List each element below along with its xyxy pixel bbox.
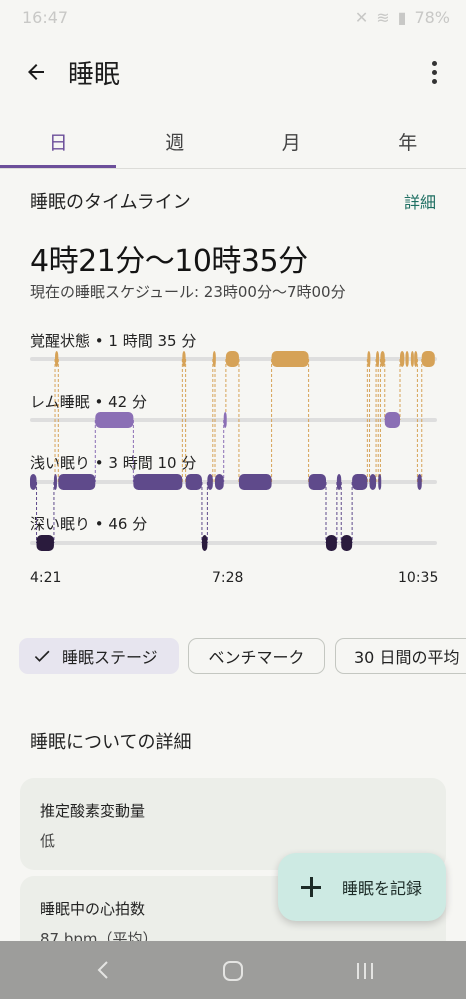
sleep-segment <box>207 474 213 490</box>
sleep-segment <box>421 351 435 367</box>
battery-percent: 78% <box>414 8 450 27</box>
record-sleep-label: 睡眠を記録 <box>342 879 423 898</box>
sleep-segment <box>212 351 216 367</box>
chip-label: 30 日間の平均 <box>354 648 460 667</box>
status-time: 16:47 <box>22 8 69 27</box>
detail-link[interactable]: 詳細 <box>404 189 436 213</box>
sleep-segment <box>95 412 134 428</box>
plus-icon <box>300 876 322 898</box>
chip-30-day-average[interactable]: 30 日間の平均 <box>335 638 466 674</box>
system-nav-bar <box>0 941 466 999</box>
more-options-button[interactable] <box>416 52 452 92</box>
sleep-segment <box>384 412 400 428</box>
tab-month[interactable]: 月 <box>233 118 350 168</box>
x-tick-start: 4:21 <box>30 570 62 586</box>
check-icon <box>34 650 50 662</box>
stage-track <box>30 541 437 545</box>
sleep-segment <box>367 351 371 367</box>
sleep-segment <box>55 351 59 367</box>
app-bar: 睡眠 <box>0 40 466 104</box>
back-button[interactable] <box>16 52 56 92</box>
nav-recents-icon[interactable] <box>354 960 376 982</box>
sleep-segment <box>215 474 224 490</box>
chip-sleep-stages[interactable]: 睡眠ステージ <box>19 638 179 674</box>
details-title: 睡眠についての詳細 <box>30 732 192 753</box>
period-tabs: 日 週 月 年 <box>0 118 466 168</box>
sleep-segment <box>326 535 337 551</box>
more-vert-icon <box>431 60 437 84</box>
tab-year[interactable]: 年 <box>350 118 466 168</box>
oxygen-label: 推定酸素変動量 <box>40 802 146 820</box>
sleep-segment <box>336 474 342 490</box>
sleep-segment <box>369 474 377 490</box>
chip-benchmark[interactable]: ベンチマーク <box>188 638 325 674</box>
mute-icon: ✕ <box>354 8 369 27</box>
wifi-icon: ≋ <box>376 8 390 27</box>
tab-day[interactable]: 日 <box>0 118 117 168</box>
tab-week[interactable]: 週 <box>117 118 234 168</box>
x-tick-mid: 7:28 <box>212 570 244 586</box>
sleep-segment <box>341 535 353 551</box>
sleep-segment <box>238 474 272 490</box>
sleep-segment <box>308 474 326 490</box>
tab-divider <box>0 168 466 169</box>
sleep-segment <box>410 351 414 367</box>
arrow-left-icon <box>28 64 44 80</box>
oxygen-value: 低 <box>40 832 56 850</box>
sleep-segment <box>405 351 409 367</box>
sleep-segment <box>182 351 186 367</box>
sleep-segment <box>378 474 382 490</box>
sleep-time-range: 4時21分〜10時35分 <box>30 244 308 279</box>
nav-back-icon[interactable] <box>94 960 114 980</box>
chip-label: ベンチマーク <box>208 648 305 667</box>
sleep-segment <box>53 474 57 490</box>
sleep-segment <box>380 351 385 367</box>
sleep-segment <box>36 535 54 551</box>
timeline-title: 睡眠のタイムライン <box>30 192 191 213</box>
sleep-segment <box>414 351 418 367</box>
sleep-segment <box>30 474 37 490</box>
signal-icon: ▮ <box>397 8 407 27</box>
sleep-segment <box>223 412 227 428</box>
nav-home-icon[interactable] <box>222 960 244 982</box>
sleep-segment <box>133 474 183 490</box>
sleep-segment <box>225 351 239 367</box>
heart-rate-label: 睡眠中の心拍数 <box>40 900 146 918</box>
sleep-segment <box>271 351 309 367</box>
status-bar: 16:47 ✕ ≋ ▮ 78% <box>0 0 466 36</box>
sleep-timeline-chart <box>30 351 437 551</box>
record-sleep-button[interactable]: 睡眠を記録 <box>278 853 446 921</box>
sleep-segment <box>201 535 208 551</box>
sleep-segment <box>58 474 96 490</box>
sleep-schedule: 現在の睡眠スケジュール: 23時00分〜7時00分 <box>30 283 346 301</box>
chip-label: 睡眠ステージ <box>62 648 158 667</box>
status-icons: ✕ ≋ ▮ 78% <box>355 8 450 27</box>
x-tick-end: 10:35 <box>398 570 439 586</box>
sleep-segment <box>352 474 368 490</box>
page-title: 睡眠 <box>68 60 121 90</box>
sleep-segment <box>376 351 380 367</box>
sleep-segment <box>185 474 202 490</box>
sleep-segment <box>400 351 405 367</box>
sleep-segment <box>417 474 422 490</box>
